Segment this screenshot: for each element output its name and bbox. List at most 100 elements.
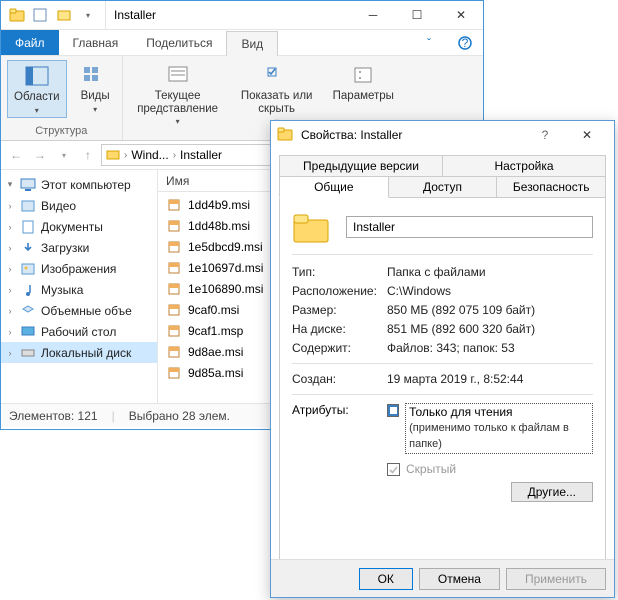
ribbon-panes-button[interactable]: Области ▾: [7, 60, 67, 118]
close-button[interactable]: ✕: [439, 1, 483, 29]
maximize-button[interactable]: ☐: [395, 1, 439, 29]
window-title: Installer: [114, 8, 351, 22]
ribbon-current-view-button[interactable]: Текущее представление ▾: [129, 60, 227, 128]
msi-icon: [166, 239, 182, 255]
prop-type: Папка с файлами: [387, 265, 593, 279]
pc-icon: [20, 177, 36, 193]
tab-sharing[interactable]: Доступ: [389, 176, 498, 198]
tab-previous-versions[interactable]: Предыдущие версии: [279, 155, 443, 177]
nav-videos[interactable]: ›Видео: [1, 195, 157, 216]
music-icon: [20, 282, 36, 298]
prop-location: C:\Windows: [387, 284, 593, 298]
nav-pictures[interactable]: ›Изображения: [1, 258, 157, 279]
video-icon: [20, 198, 36, 214]
crumb-windows[interactable]: Wind...: [131, 148, 168, 162]
file-name: 9caf0.msi: [188, 303, 239, 317]
ribbon-collapse-icon[interactable]: ˇ: [411, 30, 447, 55]
ribbon-layouts-button[interactable]: Виды ▾: [75, 60, 116, 116]
nav-local-disk[interactable]: ›Локальный диск: [1, 342, 157, 363]
tab-general[interactable]: Общие: [279, 176, 389, 198]
desktop-icon: [20, 324, 36, 340]
panes-icon: [24, 63, 50, 89]
prop-contains: Файлов: 343; папок: 53: [387, 341, 593, 355]
tab-home[interactable]: Главная: [59, 30, 133, 55]
msi-icon: [166, 302, 182, 318]
file-menu[interactable]: Файл: [1, 30, 59, 55]
tab-view[interactable]: Вид: [226, 31, 278, 56]
cancel-button[interactable]: Отмена: [419, 568, 500, 590]
msi-icon: [166, 218, 182, 234]
msi-icon: [166, 365, 182, 381]
file-name: 9d85a.msi: [188, 366, 243, 380]
status-selected: Выбрано 28 элем.: [129, 409, 230, 423]
ribbon-tabs: Файл Главная Поделиться Вид ˇ ?: [1, 30, 483, 56]
layouts-icon: [82, 62, 108, 88]
nav-forward-button[interactable]: →: [29, 144, 51, 166]
navigation-pane[interactable]: ▾Этот компьютер ›Видео ›Документы ›Загру…: [1, 170, 158, 403]
checkbox-checked-icon: [387, 463, 400, 476]
msi-icon: [166, 344, 182, 360]
nav-documents[interactable]: ›Документы: [1, 216, 157, 237]
titlebar: ▾ Installer ─ ☐ ✕: [1, 1, 483, 30]
file-name: 9d8ae.msi: [188, 345, 243, 359]
documents-icon: [20, 219, 36, 235]
readonly-checkbox[interactable]: Только для чтения (применимо только к фа…: [387, 403, 593, 454]
msi-icon: [166, 323, 182, 339]
tab-customize[interactable]: Настройка: [443, 155, 606, 177]
ribbon-show-hide-button[interactable]: Показать или скрыть ▾: [235, 60, 319, 128]
prop-size: 850 МБ (892 075 109 байт): [387, 303, 593, 317]
downloads-icon: [20, 240, 36, 256]
prop-created: 19 марта 2019 г., 8:52:44: [387, 372, 593, 386]
dialog-help-button[interactable]: ?: [524, 121, 566, 149]
properties-dialog: Свойства: Installer ? ✕ Предыдущие верси…: [270, 120, 615, 598]
tab-security[interactable]: Безопасность: [497, 176, 606, 198]
folder-icon: [7, 5, 27, 25]
other-attributes-button[interactable]: Другие...: [511, 482, 593, 502]
pictures-icon: [20, 261, 36, 277]
quick-access-toolbar: ▾: [31, 1, 106, 29]
dialog-close-button[interactable]: ✕: [566, 121, 608, 149]
current-view-icon: [165, 62, 191, 88]
qat-new-folder-icon[interactable]: [55, 6, 73, 24]
file-name: 1e106890.msi: [188, 282, 263, 296]
nav-desktop[interactable]: ›Рабочий стол: [1, 321, 157, 342]
show-hide-icon: [264, 62, 290, 88]
help-icon[interactable]: ?: [447, 30, 483, 55]
crumb-installer[interactable]: Installer: [180, 148, 222, 162]
cube-icon: [20, 303, 36, 319]
file-name: 1dd4b9.msi: [188, 198, 250, 212]
nav-3dobjects[interactable]: ›Объемные объе: [1, 300, 157, 321]
file-name: 1e10697d.msi: [188, 261, 263, 275]
file-name: 9caf1.msp: [188, 324, 243, 338]
qat-dropdown-icon[interactable]: ▾: [79, 6, 97, 24]
nav-downloads[interactable]: ›Загрузки: [1, 237, 157, 258]
nav-this-pc[interactable]: ▾Этот компьютер: [1, 174, 157, 195]
folder-name-input[interactable]: [346, 216, 593, 238]
nav-recent-button[interactable]: ▾: [53, 144, 75, 166]
hidden-checkbox[interactable]: Скрытый: [387, 462, 593, 476]
msi-icon: [166, 197, 182, 213]
file-name: 1dd48b.msi: [188, 219, 250, 233]
file-name: 1e5dbcd9.msi: [188, 240, 263, 254]
nav-back-button[interactable]: ←: [5, 144, 27, 166]
options-icon: [350, 62, 376, 88]
svg-text:?: ?: [462, 36, 469, 50]
ribbon-options-button[interactable]: Параметры: [327, 60, 400, 105]
status-count: Элементов: 121: [9, 409, 98, 423]
msi-icon: [166, 260, 182, 276]
nav-up-button[interactable]: ↑: [77, 144, 99, 166]
tab-panel-general: Тип:Папка с файлами Расположение:C:\Wind…: [279, 197, 606, 567]
folder-large-icon: [292, 210, 330, 244]
msi-icon: [166, 281, 182, 297]
nav-music[interactable]: ›Музыка: [1, 279, 157, 300]
dialog-title: Свойства: Installer: [301, 128, 402, 142]
folder-icon: [277, 126, 295, 144]
minimize-button[interactable]: ─: [351, 1, 395, 29]
dialog-buttons: ОК Отмена Применить: [271, 559, 614, 597]
checkbox-indeterminate-icon: [387, 404, 399, 417]
apply-button[interactable]: Применить: [506, 568, 606, 590]
tab-share[interactable]: Поделиться: [132, 30, 226, 55]
ok-button[interactable]: ОК: [359, 568, 413, 590]
qat-properties-icon[interactable]: [31, 6, 49, 24]
prop-size-on-disk: 851 МБ (892 600 320 байт): [387, 322, 593, 336]
